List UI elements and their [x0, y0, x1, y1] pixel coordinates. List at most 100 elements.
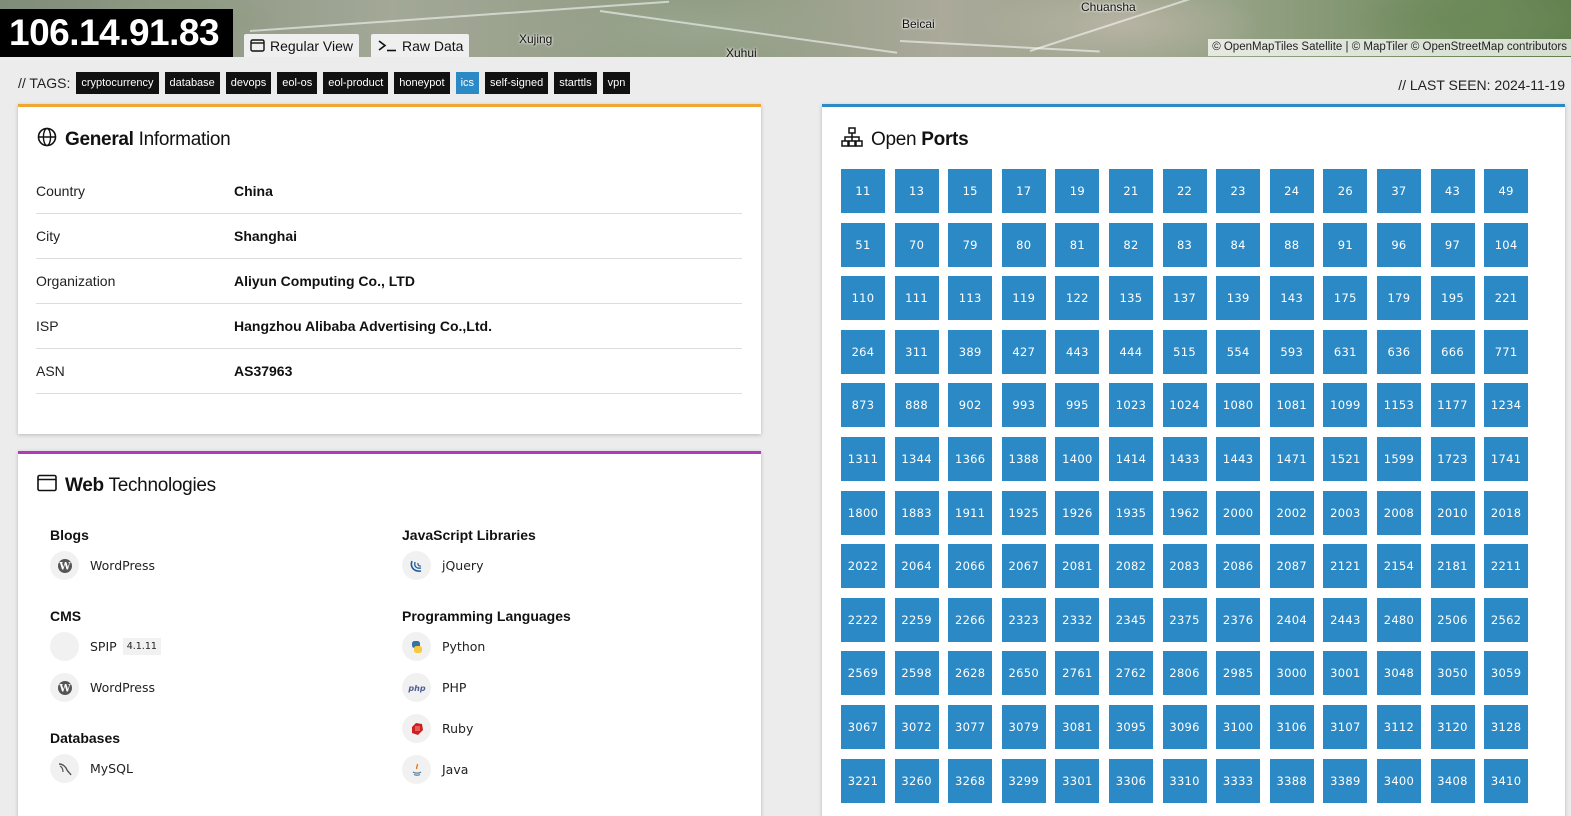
- map-banner[interactable]: Xujing Beicai Chuansha Xuhui © OpenMapTi…: [0, 0, 1571, 57]
- tech-item[interactable]: W WordPress: [50, 545, 380, 586]
- port-tile[interactable]: 554: [1216, 329, 1261, 374]
- tag[interactable]: cryptocurrency: [76, 72, 159, 94]
- port-tile[interactable]: 2443: [1323, 597, 1368, 642]
- port-tile[interactable]: 2154: [1376, 544, 1421, 589]
- port-tile[interactable]: 80: [1001, 222, 1046, 267]
- port-tile[interactable]: 2010: [1430, 490, 1475, 535]
- port-tile[interactable]: 96: [1376, 222, 1421, 267]
- tag[interactable]: vpn: [602, 72, 631, 94]
- port-tile[interactable]: 2081: [1055, 544, 1100, 589]
- port-tile[interactable]: 135: [1108, 276, 1153, 321]
- port-tile[interactable]: 26: [1323, 169, 1368, 213]
- port-tile[interactable]: 2598: [894, 651, 939, 696]
- port-tile[interactable]: 3268: [948, 758, 993, 803]
- port-tile[interactable]: 2222: [841, 597, 885, 642]
- port-tile[interactable]: 1521: [1323, 436, 1368, 481]
- port-tile[interactable]: 2404: [1269, 597, 1314, 642]
- port-tile[interactable]: 88: [1269, 222, 1314, 267]
- port-tile[interactable]: 2008: [1376, 490, 1421, 535]
- port-tile[interactable]: 3221: [841, 758, 885, 803]
- port-tile[interactable]: 2121: [1323, 544, 1368, 589]
- port-tile[interactable]: 24: [1269, 169, 1314, 213]
- tech-item[interactable]: jQuery: [402, 545, 732, 586]
- tech-item[interactable]: W WordPress: [50, 667, 380, 708]
- port-tile[interactable]: 3333: [1216, 758, 1261, 803]
- port-tile[interactable]: 888: [894, 383, 939, 428]
- port-tile[interactable]: 49: [1484, 169, 1529, 213]
- port-tile[interactable]: 2003: [1323, 490, 1368, 535]
- port-tile[interactable]: 1081: [1269, 383, 1314, 428]
- port-tile[interactable]: 2323: [1001, 597, 1046, 642]
- port-tile[interactable]: 2375: [1162, 597, 1207, 642]
- port-tile[interactable]: 3299: [1001, 758, 1046, 803]
- port-tile[interactable]: 21: [1108, 169, 1153, 213]
- port-tile[interactable]: 3072: [894, 704, 939, 749]
- port-tile[interactable]: 2762: [1108, 651, 1153, 696]
- port-tile[interactable]: 1234: [1484, 383, 1529, 428]
- port-tile[interactable]: 221: [1484, 276, 1529, 321]
- port-tile[interactable]: 51: [841, 222, 885, 267]
- port-tile[interactable]: 37: [1376, 169, 1421, 213]
- port-tile[interactable]: 389: [948, 329, 993, 374]
- port-tile[interactable]: 3000: [1269, 651, 1314, 696]
- port-tile[interactable]: 444: [1108, 329, 1153, 374]
- port-tile[interactable]: 3081: [1055, 704, 1100, 749]
- port-tile[interactable]: 873: [841, 383, 885, 428]
- port-tile[interactable]: 3301: [1055, 758, 1100, 803]
- port-tile[interactable]: 2569: [841, 651, 885, 696]
- port-tile[interactable]: 1177: [1430, 383, 1475, 428]
- port-tile[interactable]: 19: [1055, 169, 1100, 213]
- port-tile[interactable]: 2181: [1430, 544, 1475, 589]
- port-tile[interactable]: 22: [1162, 169, 1207, 213]
- port-tile[interactable]: 81: [1055, 222, 1100, 267]
- port-tile[interactable]: 2083: [1162, 544, 1207, 589]
- port-tile[interactable]: 2266: [948, 597, 993, 642]
- port-tile[interactable]: 2087: [1269, 544, 1314, 589]
- port-tile[interactable]: 2562: [1484, 597, 1529, 642]
- port-tile[interactable]: 2628: [948, 651, 993, 696]
- port-tile[interactable]: 1024: [1162, 383, 1207, 428]
- port-tile[interactable]: 3100: [1216, 704, 1261, 749]
- port-tile[interactable]: 1471: [1269, 436, 1314, 481]
- port-tile[interactable]: 3306: [1108, 758, 1153, 803]
- tech-item[interactable]: Java: [402, 749, 732, 790]
- port-tile[interactable]: 1099: [1323, 383, 1368, 428]
- port-tile[interactable]: 11: [841, 169, 885, 213]
- port-tile[interactable]: 3067: [841, 704, 885, 749]
- port-tile[interactable]: 1080: [1216, 383, 1261, 428]
- port-tile[interactable]: 84: [1216, 222, 1261, 267]
- port-tile[interactable]: 1344: [894, 436, 939, 481]
- port-tile[interactable]: 43: [1430, 169, 1475, 213]
- port-tile[interactable]: 2086: [1216, 544, 1261, 589]
- port-tile[interactable]: 1366: [948, 436, 993, 481]
- port-tile[interactable]: 2506: [1430, 597, 1475, 642]
- tag[interactable]: eol-product: [323, 72, 389, 94]
- port-tile[interactable]: 2018: [1484, 490, 1529, 535]
- port-tile[interactable]: 15: [948, 169, 993, 213]
- port-tile[interactable]: 3310: [1162, 758, 1207, 803]
- port-tile[interactable]: 1023: [1108, 383, 1153, 428]
- tag[interactable]: starttls: [554, 72, 597, 94]
- port-tile[interactable]: 2332: [1055, 597, 1100, 642]
- port-tile[interactable]: 1911: [948, 490, 993, 535]
- port-tile[interactable]: 3400: [1376, 758, 1421, 803]
- port-tile[interactable]: 771: [1484, 329, 1529, 374]
- port-tile[interactable]: 1800: [841, 490, 885, 535]
- port-tile[interactable]: 82: [1108, 222, 1153, 267]
- port-tile[interactable]: 1311: [841, 436, 885, 481]
- port-tile[interactable]: 2064: [894, 544, 939, 589]
- port-tile[interactable]: 83: [1162, 222, 1207, 267]
- port-tile[interactable]: 3050: [1430, 651, 1475, 696]
- port-tile[interactable]: 2067: [1001, 544, 1046, 589]
- port-tile[interactable]: 2022: [841, 544, 885, 589]
- port-tile[interactable]: 3048: [1376, 651, 1421, 696]
- port-tile[interactable]: 139: [1216, 276, 1261, 321]
- port-tile[interactable]: 2211: [1484, 544, 1529, 589]
- tag[interactable]: self-signed: [485, 72, 549, 94]
- port-tile[interactable]: 2002: [1269, 490, 1314, 535]
- tech-item[interactable]: php PHP: [402, 667, 732, 708]
- port-tile[interactable]: 1925: [1001, 490, 1046, 535]
- port-tile[interactable]: 311: [894, 329, 939, 374]
- port-tile[interactable]: 3096: [1162, 704, 1207, 749]
- port-tile[interactable]: 91: [1323, 222, 1368, 267]
